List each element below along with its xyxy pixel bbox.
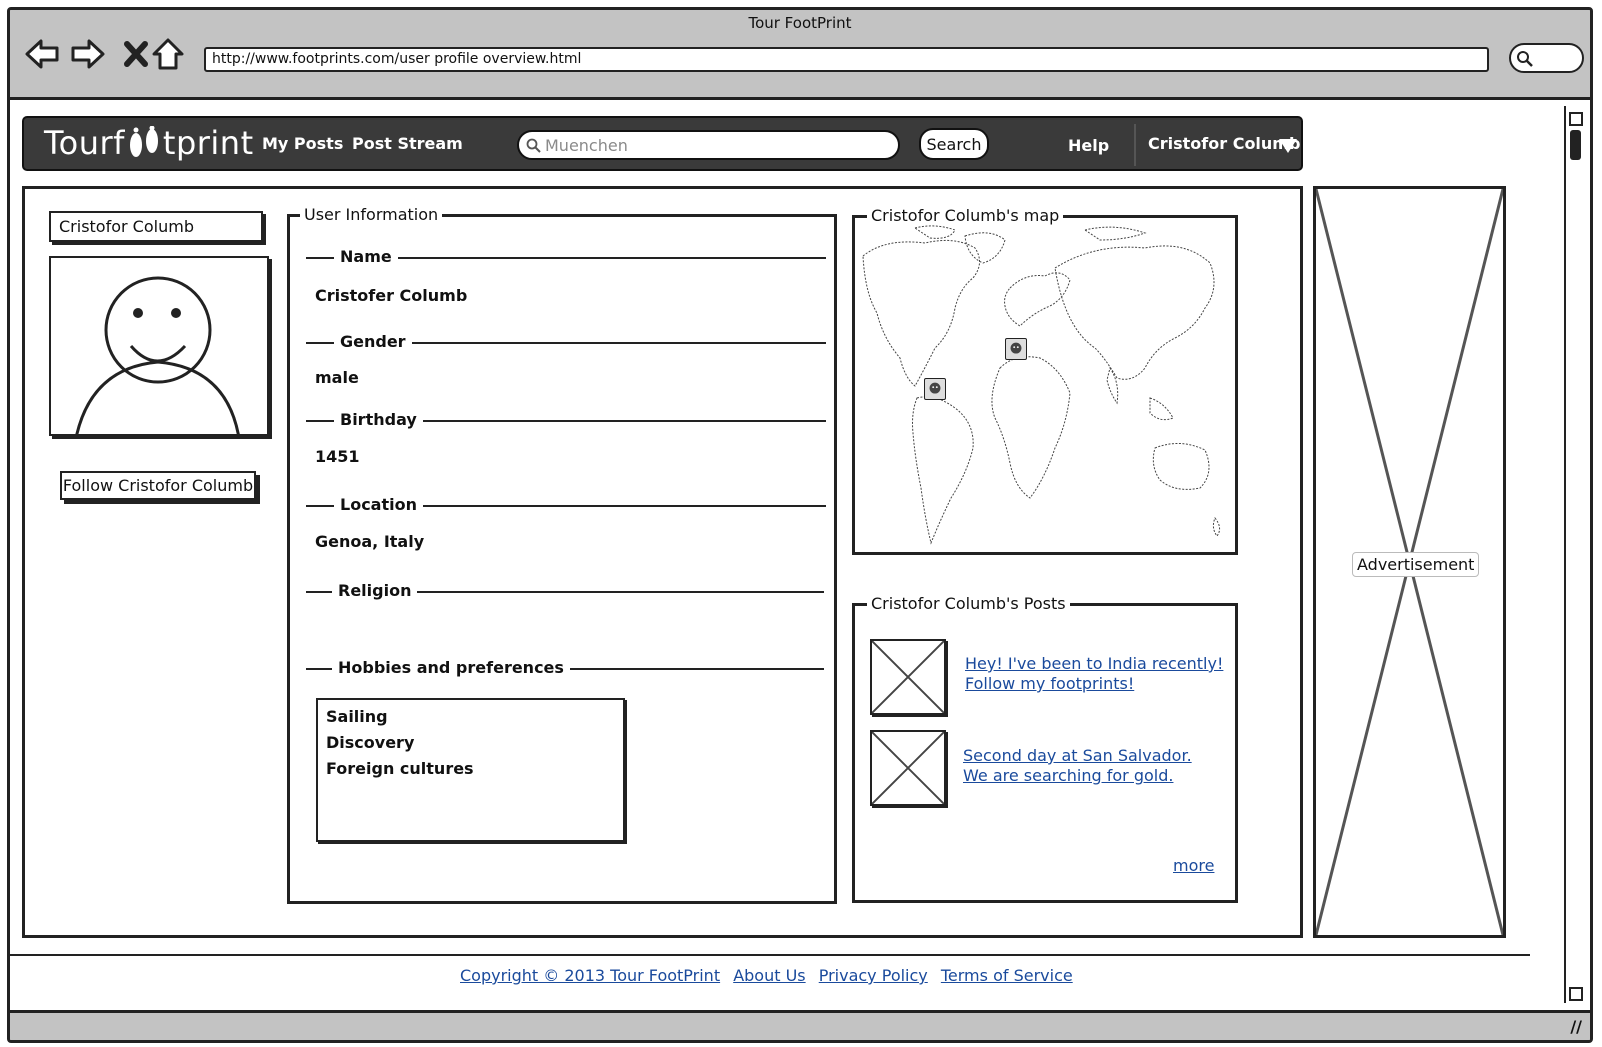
resize-grip-icon[interactable]: // (1570, 1017, 1582, 1036)
chevron-down-icon[interactable] (1279, 139, 1297, 153)
list-item: Sailing (326, 707, 388, 726)
posts-panel: Cristofor Columb's Posts Hey! I've been … (852, 594, 1238, 903)
post-link[interactable]: Second day at San Salvador. We are searc… (963, 746, 1192, 786)
location-label: Location (334, 495, 423, 514)
search-placeholder: Muenchen (545, 136, 628, 155)
hobbies-section: Hobbies and preferences (306, 657, 824, 679)
birthday-section: Birthday (306, 409, 826, 431)
site-search-input[interactable]: Muenchen (517, 130, 900, 160)
user-information-panel: User Information Name Cristofer Columb G… (287, 205, 837, 904)
url-input[interactable]: http://www.footprints.com/user profile o… (204, 47, 1489, 72)
site-navbar: Tourf tprint My Posts Post Stream Muenche… (22, 116, 1303, 171)
gender-value: male (315, 368, 359, 387)
name-label: Name (334, 247, 398, 266)
follow-button[interactable]: Follow Cristofor Columb (60, 471, 256, 500)
avatar (49, 256, 269, 436)
nav-divider (1134, 124, 1136, 166)
name-section: Name (306, 246, 826, 268)
name-value: Cristofer Columb (315, 286, 468, 305)
advertisement-label: Advertisement (1352, 552, 1480, 577)
location-value: Genoa, Italy (315, 532, 425, 551)
profile-panel: Cristofor Columb Follow Cristofor Columb… (22, 186, 1303, 938)
home-icon[interactable] (150, 36, 186, 72)
nav-help[interactable]: Help (1068, 136, 1109, 155)
copyright-link[interactable]: Copyright © 2013 Tour FootPrint (460, 966, 720, 985)
gender-section: Gender (306, 331, 826, 353)
religion-label: Religion (332, 581, 418, 600)
post-title-line[interactable]: Hey! I've been to India recently! (965, 654, 1223, 674)
posts-title: Cristofor Columb's Posts (867, 594, 1070, 613)
site-logo[interactable]: Tourf tprint (44, 124, 254, 162)
nav-my-posts[interactable]: My Posts (262, 134, 343, 153)
map-pin-icon[interactable] (924, 378, 946, 400)
forward-arrow-icon[interactable] (70, 36, 106, 72)
status-bar: // (10, 1010, 1590, 1040)
nav-post-stream[interactable]: Post Stream (352, 134, 463, 153)
location-section: Location (306, 494, 826, 516)
religion-section: Religion (306, 580, 824, 602)
browser-search-field[interactable] (1509, 43, 1584, 73)
hobbies-list: Sailing Discovery Foreign cultures (316, 698, 625, 842)
list-item: Discovery (326, 733, 415, 752)
user-menu[interactable]: Cristofor Columb (1148, 134, 1300, 153)
map-pin-icon[interactable] (1005, 338, 1027, 360)
window-title: Tour FootPrint (748, 14, 852, 32)
about-link[interactable]: About Us (733, 966, 805, 985)
scroll-down-icon[interactable] (1569, 987, 1583, 1001)
footer-divider (10, 954, 1530, 956)
gender-label: Gender (334, 332, 412, 351)
search-button[interactable]: Search (919, 128, 989, 160)
birthday-value: 1451 (315, 447, 360, 466)
footer: Copyright © 2013 Tour FootPrint About Us… (460, 966, 1081, 985)
post-thumbnail-image-icon[interactable] (870, 639, 946, 715)
hobbies-label: Hobbies and preferences (332, 658, 570, 677)
terms-link[interactable]: Terms of Service (941, 966, 1073, 985)
profile-username: Cristofor Columb (49, 211, 263, 242)
scrollbar-thumb[interactable] (1570, 130, 1581, 160)
post-link[interactable]: Hey! I've been to India recently! Follow… (965, 654, 1223, 694)
browser-toolbar: Tour FootPrint http://www.footprints.com… (10, 10, 1590, 100)
map-panel: Cristofor Columb's map (852, 206, 1238, 555)
post-thumbnail-image-icon[interactable] (870, 730, 946, 806)
user-information-title: User Information (300, 205, 443, 224)
scroll-up-icon[interactable] (1569, 112, 1583, 126)
browser-window: Tour FootPrint http://www.footprints.com… (7, 7, 1593, 1043)
back-arrow-icon[interactable] (24, 36, 60, 72)
advertisement-placeholder: Advertisement (1313, 186, 1506, 938)
footprint-icon (129, 126, 158, 157)
world-map[interactable] (855, 218, 1235, 552)
search-icon (1517, 51, 1533, 67)
more-posts-link[interactable]: more (1173, 856, 1214, 876)
map-title: Cristofor Columb's map (867, 206, 1064, 225)
vertical-scrollbar[interactable] (1564, 106, 1584, 1003)
post-title-line[interactable]: We are searching for gold. (963, 766, 1192, 786)
search-icon (526, 138, 541, 153)
avatar-face-icon (75, 276, 240, 434)
post-title-line[interactable]: Follow my footprints! (965, 674, 1223, 694)
close-icon[interactable] (118, 36, 154, 72)
birthday-label: Birthday (334, 410, 423, 429)
privacy-link[interactable]: Privacy Policy (819, 966, 928, 985)
list-item: Foreign cultures (326, 759, 474, 778)
post-title-line[interactable]: Second day at San Salvador. (963, 746, 1192, 766)
